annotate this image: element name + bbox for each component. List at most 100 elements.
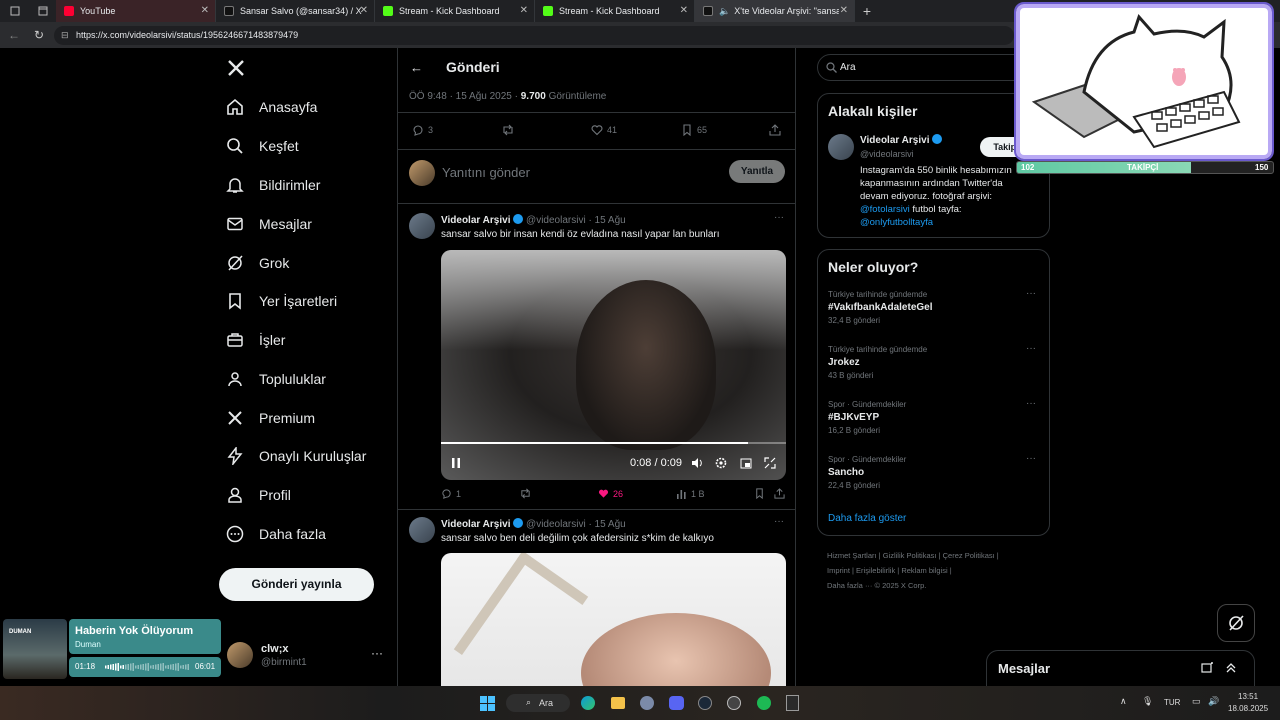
more-dots-icon[interactable]: ··· — [371, 646, 383, 660]
nav-item-communities[interactable]: Topluluklar — [225, 366, 326, 392]
taskbar-search[interactable]: ⌕ Ara — [506, 694, 570, 712]
windows-start-icon[interactable] — [480, 696, 495, 711]
epic-games-icon[interactable] — [786, 695, 799, 711]
video-progress-track[interactable] — [441, 442, 786, 444]
tab-sansar-salvo[interactable]: Sansar Salvo (@sansar34) / X ✕ — [216, 0, 375, 22]
messages-drawer[interactable]: Mesajlar — [986, 650, 1255, 686]
footer-link[interactable]: Gizlilik Politikası — [883, 551, 937, 560]
nav-item-verified-orgs[interactable]: Onaylı Kuruluşlar — [225, 443, 366, 469]
footer-link[interactable]: Çerez Politikası — [943, 551, 995, 560]
file-explorer-icon[interactable] — [611, 697, 625, 709]
footer-link[interactable]: Hizmet Şartları — [827, 551, 877, 560]
related-name[interactable]: Videolar Arşivi — [860, 135, 929, 146]
author-name[interactable]: Videolar Arşivi — [441, 215, 510, 226]
spotify-icon[interactable] — [757, 696, 771, 710]
footer-link[interactable]: Erişilebilirlik — [856, 566, 895, 575]
tab-youtube[interactable]: YouTube ✕ — [56, 0, 216, 22]
more-dots-icon[interactable]: ··· — [1026, 453, 1036, 464]
nav-item-messages[interactable]: Mesajlar — [225, 211, 312, 237]
reply-action[interactable]: 1 — [441, 488, 461, 499]
related-handle[interactable]: @videolarsivi — [860, 149, 914, 159]
bio-link[interactable]: @fotolarsivi — [860, 204, 910, 215]
avatar[interactable] — [828, 134, 854, 160]
nav-item-premium[interactable]: Premium — [225, 405, 315, 431]
bookmark-action[interactable]: 65 — [681, 124, 707, 136]
more-dots-icon[interactable]: ··· — [1026, 343, 1036, 354]
close-icon[interactable]: ✕ — [520, 5, 528, 16]
nav-item-bookmarks[interactable]: Yer İşaretleri — [225, 288, 337, 314]
trend-item[interactable]: Spor · Gündemdekiler #BJKvEYP 16,2 B gön… — [828, 398, 1043, 435]
video-player[interactable]: 0:08 / 0:09 — [441, 250, 786, 480]
footer-link[interactable]: Daha fazla ··· — [827, 581, 872, 590]
post-button[interactable]: Gönderi yayınla — [219, 568, 374, 601]
repost-action[interactable] — [519, 488, 532, 499]
fullscreen-icon[interactable] — [764, 457, 776, 469]
video-player[interactable] — [441, 553, 786, 688]
reply-input[interactable]: Yanıtını gönder — [442, 165, 722, 180]
more-dots-icon[interactable]: ··· — [774, 212, 784, 223]
nav-item-more[interactable]: Daha fazla — [225, 521, 326, 547]
back-arrow-icon[interactable]: ← — [8, 28, 20, 42]
author-handle[interactable]: @videolarsivi — [526, 519, 586, 530]
close-icon[interactable]: ✕ — [840, 5, 848, 16]
views-action[interactable]: 1 B — [676, 488, 705, 499]
nav-item-notifications[interactable]: Bildirimler — [225, 172, 320, 198]
discord-icon[interactable] — [669, 696, 684, 710]
close-icon[interactable]: ✕ — [680, 5, 688, 16]
nav-item-explore[interactable]: Keşfet — [225, 133, 299, 159]
clock-date[interactable]: 18.08.2025 — [1228, 704, 1268, 713]
new-tab-button[interactable]: + — [855, 3, 879, 19]
bio-link[interactable]: @onlyfutbolltayfa — [860, 217, 933, 228]
chevron-up-icon[interactable] — [1225, 661, 1237, 673]
edge-icon[interactable] — [581, 696, 595, 710]
share-action[interactable] — [769, 124, 781, 136]
close-icon[interactable]: ✕ — [201, 5, 209, 16]
trend-item[interactable]: Türkiye tarihinde gündemde Jrokez 43 B g… — [828, 343, 1043, 380]
clock-time[interactable]: 13:51 — [1238, 692, 1258, 701]
footer-link[interactable]: Reklam bilgisi — [901, 566, 947, 575]
app-icon[interactable] — [727, 696, 741, 710]
microphone-icon[interactable]: 🎙 — [1142, 696, 1153, 707]
footer-link[interactable]: Imprint — [827, 566, 850, 575]
nav-item-jobs[interactable]: İşler — [225, 327, 285, 353]
more-dots-icon[interactable]: ··· — [1026, 398, 1036, 409]
volume-icon[interactable] — [691, 457, 704, 469]
url-field[interactable]: ⊟ https://x.com/videolarsivi/status/1956… — [54, 26, 1014, 45]
reply-button[interactable]: Yanıtla — [729, 160, 785, 183]
repost-action[interactable] — [501, 124, 515, 136]
settings-gear-icon[interactable] — [715, 457, 727, 469]
more-dots-icon[interactable]: ··· — [1026, 288, 1036, 299]
trend-item[interactable]: Spor · Gündemdekiler Sancho 22,4 B gönde… — [828, 453, 1043, 490]
network-icon[interactable]: ▭ — [1192, 696, 1201, 707]
like-action[interactable]: 41 — [591, 124, 617, 136]
tab-kick-dashboard-1[interactable]: Stream - Kick Dashboard ✕ — [375, 0, 535, 22]
author-name[interactable]: Videolar Arşivi — [441, 519, 510, 530]
pause-icon[interactable] — [451, 457, 461, 469]
account-switcher[interactable]: clw;x @birmint1 ··· — [225, 640, 391, 672]
steam-icon[interactable] — [698, 696, 712, 710]
tab-kick-dashboard-2[interactable]: Stream - Kick Dashboard ✕ — [535, 0, 695, 22]
search-box[interactable]: Ara — [817, 54, 1049, 81]
like-action[interactable]: 26 — [598, 488, 623, 499]
back-arrow-icon[interactable]: ← — [410, 60, 423, 75]
share-action[interactable] — [774, 488, 785, 499]
new-message-icon[interactable] — [1201, 662, 1213, 674]
grok-floating-button[interactable] — [1217, 604, 1255, 642]
post-date[interactable]: · 15 Ağu — [588, 215, 625, 226]
volume-icon[interactable]: 🔊 — [1208, 696, 1219, 707]
chevron-up-icon[interactable]: ∧ — [1120, 696, 1127, 707]
reply-action[interactable]: 3 — [412, 124, 433, 136]
workspaces-icon[interactable] — [0, 0, 30, 22]
nav-item-grok[interactable]: Grok — [225, 250, 289, 276]
bookmark-action[interactable] — [754, 488, 765, 499]
post-date[interactable]: · 15 Ağu — [588, 519, 625, 530]
nav-item-home[interactable]: Anasayfa — [225, 94, 317, 120]
tab-actions-icon[interactable] — [30, 0, 56, 22]
app-icon[interactable] — [640, 696, 654, 710]
author-handle[interactable]: @videolarsivi — [526, 215, 586, 226]
pip-icon[interactable] — [740, 457, 752, 469]
site-info-icon[interactable]: ⊟ — [61, 26, 69, 45]
show-more-link[interactable]: Daha fazla göster — [828, 513, 906, 524]
trend-item[interactable]: Türkiye tarihinde gündemde #VakıfbankAda… — [828, 288, 1043, 325]
refresh-icon[interactable]: ↻ — [34, 28, 44, 42]
